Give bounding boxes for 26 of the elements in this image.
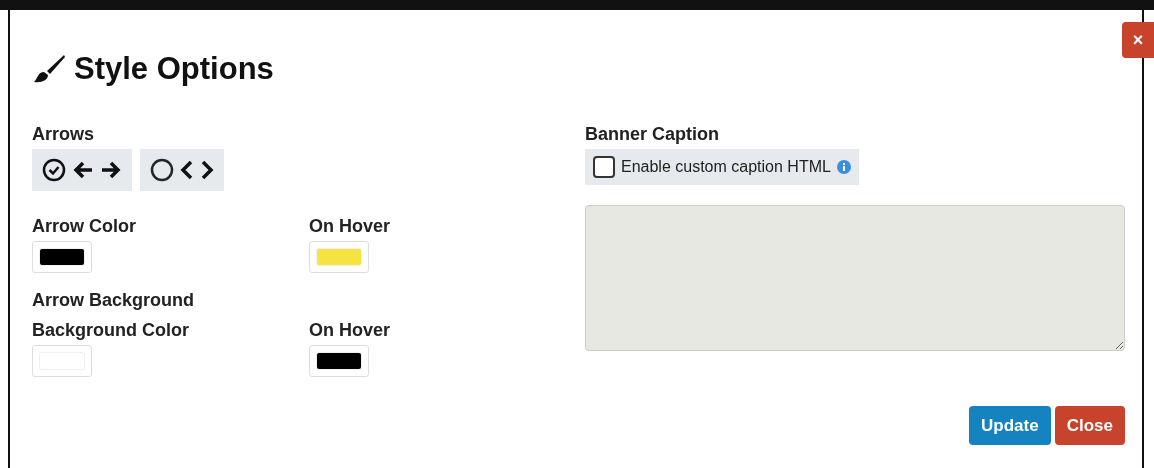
- arrow-style-option[interactable]: [32, 148, 132, 191]
- left-arrow-icon: [72, 159, 94, 180]
- chevron-left-icon: [180, 159, 194, 180]
- arrows-label: Arrows: [32, 122, 95, 145]
- right-arrow-icon: [100, 159, 122, 180]
- arrow-background-heading: Arrow Background: [32, 288, 196, 311]
- color-picker[interactable]: [32, 240, 92, 273]
- checkbox[interactable]: [593, 155, 615, 178]
- banner-caption-label: Banner Caption: [585, 122, 720, 145]
- close-button[interactable]: ×: [1122, 22, 1154, 58]
- hover-color-label: On Hover: [309, 214, 391, 237]
- dialog-title: Style Options: [74, 50, 274, 88]
- update-button[interactable]: Update: [969, 405, 1051, 445]
- arrow-color-label: Arrow Color: [32, 214, 137, 237]
- color-picker[interactable]: [309, 344, 369, 377]
- caption-checkbox-row[interactable]: Enable custom caption HTML: [585, 148, 859, 185]
- arrow-style-option[interactable]: [140, 148, 224, 191]
- info-icon: [836, 159, 851, 174]
- hover-color-label: On Hover: [309, 318, 391, 341]
- close-button[interactable]: Close: [1054, 405, 1125, 445]
- background-color-label: Background Color: [32, 318, 190, 341]
- chevron-right-icon: [200, 159, 214, 180]
- paintbrush-icon: [32, 54, 66, 85]
- color-picker[interactable]: [309, 240, 369, 273]
- color-picker[interactable]: [32, 344, 92, 377]
- checkbox-label: Enable custom caption HTML: [621, 156, 831, 177]
